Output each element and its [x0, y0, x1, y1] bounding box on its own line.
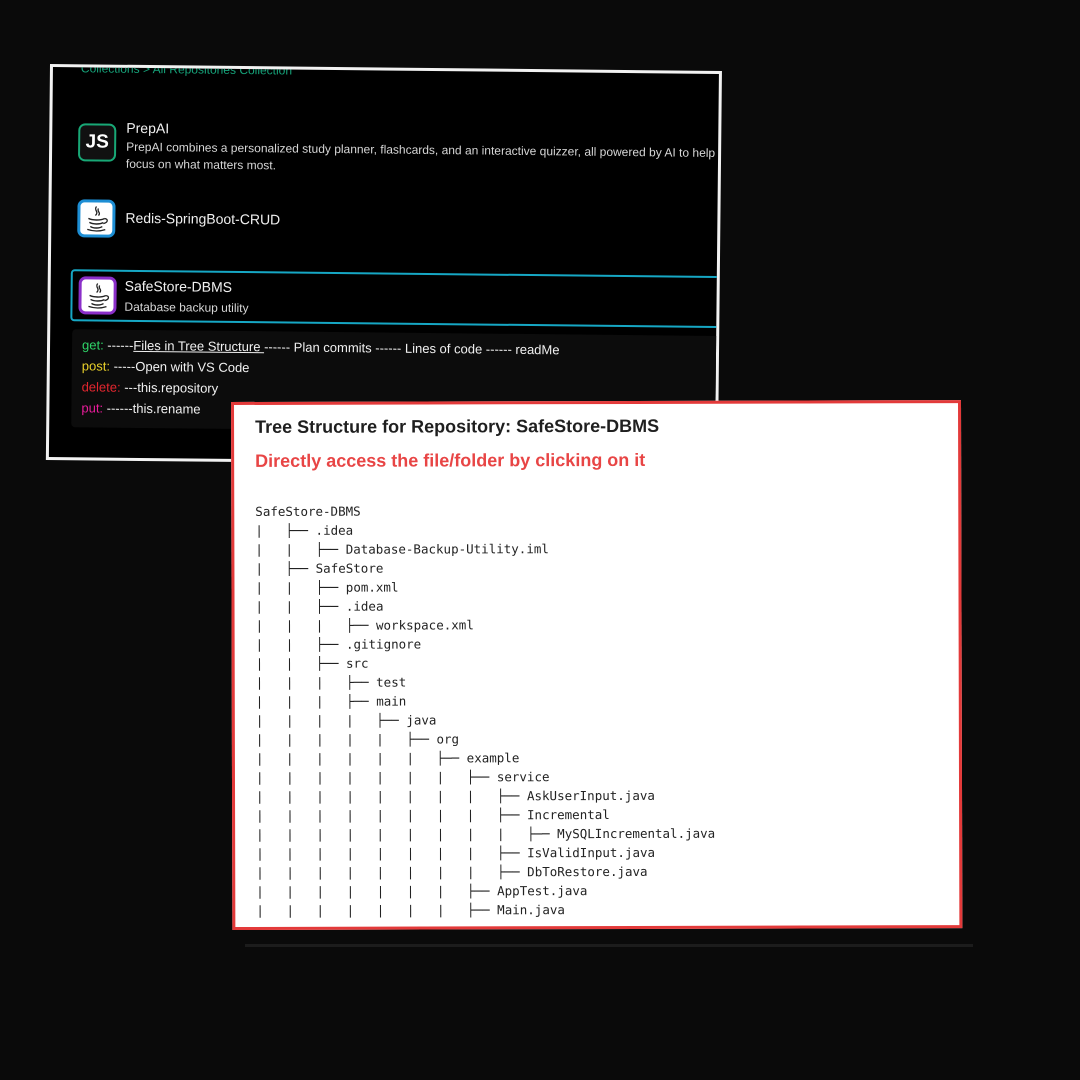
tree-node[interactable]: SafeStore-DBMS — [255, 501, 714, 521]
tree-node[interactable]: | | ├── .idea — [256, 596, 715, 616]
tree-title: Tree Structure for Repository: SafeStore… — [255, 415, 660, 437]
tree-node[interactable]: | | | | | | | ├── service — [256, 767, 715, 787]
panel-shadow-line — [245, 944, 973, 947]
post-keyword: post: — [81, 358, 111, 374]
tree-node[interactable]: | | | | | | | | ├── AskUserInput.java — [256, 786, 715, 806]
repo-name: Redis-SpringBoot-CRUD — [125, 209, 281, 228]
tree-node[interactable]: | | ├── src — [256, 653, 715, 673]
java-icon — [77, 199, 116, 238]
tree-node[interactable]: | | | ├── main — [256, 691, 715, 711]
command-get: get: ------Files in Tree Structure -----… — [81, 337, 560, 358]
command-put[interactable]: put: ------this.rename — [81, 400, 200, 416]
repo-description-continued: focus on what matters most. — [125, 156, 277, 173]
files-in-tree-structure-link[interactable]: Files in Tree Structure — [133, 338, 264, 354]
repo-name: PrepAI — [126, 119, 170, 137]
tree-subtitle: Directly access the file/folder by click… — [255, 449, 646, 471]
tree-node[interactable]: | | | ├── workspace.xml — [256, 615, 715, 635]
file-tree: SafeStore-DBMS | ├── .idea | | ├── Databas… — [255, 501, 715, 920]
delete-keyword: delete: — [81, 379, 121, 395]
tree-structure-panel: Tree Structure for Repository: SafeStore… — [231, 400, 963, 930]
tree-node[interactable]: | | | ├── test — [256, 672, 715, 692]
repo-item-prepai[interactable]: JS PrepAI PrepAI combines a personalized… — [74, 119, 719, 182]
repo-item-redis-springboot-crud[interactable]: Redis-SpringBoot-CRUD — [73, 199, 717, 250]
tree-node[interactable]: | | | | | | | | ├── DbToRestore.java — [256, 862, 715, 882]
tree-node[interactable]: | | | | | ├── org — [256, 729, 715, 749]
repo-item-safestore-dbms[interactable]: SafeStore-DBMS Database backup utility — [70, 269, 721, 329]
breadcrumb[interactable]: Collections > All Repositories Collectio… — [81, 64, 292, 78]
command-post[interactable]: post: -----Open with VS Code — [82, 358, 250, 375]
tree-node[interactable]: | | | | | | | ├── AppTest.java — [256, 881, 715, 901]
command-delete[interactable]: delete: ---this.repository — [82, 379, 219, 395]
repo-description: Database backup utility — [124, 299, 249, 316]
put-keyword: put: — [81, 400, 104, 416]
tree-node[interactable]: | | | | | | | | | ├── MySQLIncremental.j… — [256, 824, 715, 844]
tree-node[interactable]: | | ├── Database-Backup-Utility.iml — [255, 539, 714, 559]
get-keyword: get: — [81, 337, 104, 353]
tree-node[interactable]: | ├── .idea — [255, 520, 714, 540]
get-options[interactable]: ------ Plan commits ------ Lines of code… — [264, 339, 560, 357]
java-icon — [78, 276, 117, 315]
repo-name: SafeStore-DBMS — [124, 277, 233, 295]
tree-node[interactable]: | | | | ├── java — [256, 710, 715, 730]
tree-node[interactable]: | ├── SafeStore — [255, 558, 714, 578]
tree-node[interactable]: | | ├── .gitignore — [256, 634, 715, 654]
tree-node[interactable]: | | | | | | ├── example — [256, 748, 715, 768]
tree-node[interactable]: | | ├── pom.xml — [255, 577, 714, 597]
js-icon: JS — [77, 123, 117, 162]
tree-node[interactable]: | | | | | | | | ├── Incremental — [256, 805, 715, 825]
tree-node[interactable]: | | | | | | | | ├── IsValidInput.java — [256, 843, 715, 863]
tree-node[interactable]: | | | | | | | ├── Main.java — [256, 900, 715, 920]
